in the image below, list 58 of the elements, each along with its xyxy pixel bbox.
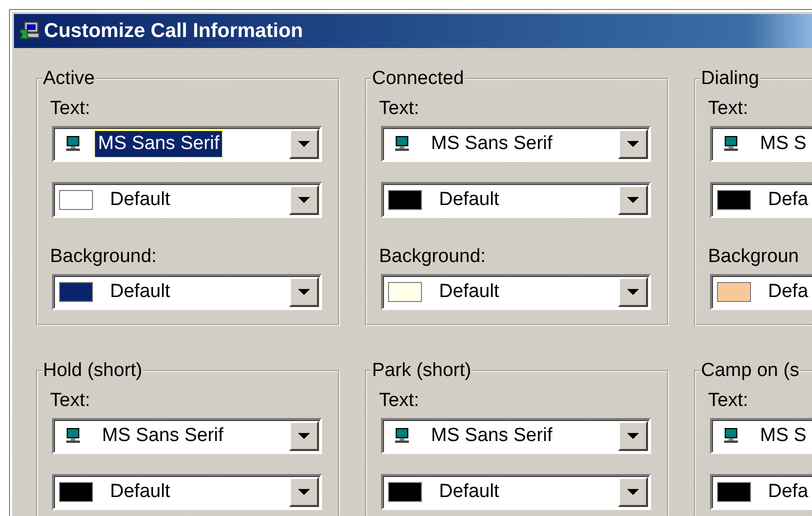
background-label: Background: xyxy=(50,246,158,268)
caret-icon xyxy=(298,433,310,439)
caret-icon xyxy=(298,489,310,495)
group-title: Camp on (s xyxy=(700,360,800,382)
monitor-icon xyxy=(394,428,410,444)
dropdown-button[interactable] xyxy=(289,277,319,307)
group-title: Active xyxy=(42,68,96,90)
caret-icon xyxy=(298,197,310,203)
monitor-icon xyxy=(65,428,81,444)
font-dropdown[interactable]: MS Sans Serif xyxy=(52,126,322,162)
monitor-icon xyxy=(65,136,81,152)
text-label: Text: xyxy=(708,98,750,120)
color-dropdown[interactable]: Default xyxy=(52,474,322,510)
caret-icon xyxy=(627,141,639,147)
group-title: Dialing xyxy=(700,68,760,90)
dropdown-button[interactable] xyxy=(289,129,319,159)
dropdown-button[interactable] xyxy=(618,477,648,507)
caret-icon xyxy=(627,489,639,495)
dropdown-button[interactable] xyxy=(289,477,319,507)
text-label: Text: xyxy=(708,390,750,412)
dropdown-button[interactable] xyxy=(618,421,648,451)
color-dropdown[interactable]: Default xyxy=(381,182,651,218)
color-dropdown[interactable]: Defa xyxy=(710,274,812,310)
caret-icon xyxy=(627,197,639,203)
monitor-icon xyxy=(723,136,739,152)
caret-icon xyxy=(298,141,310,147)
group-title: Hold (short) xyxy=(42,360,144,382)
color-dropdown[interactable]: Defa xyxy=(710,474,812,510)
background-label: Background: xyxy=(379,246,487,268)
caret-icon xyxy=(298,289,310,295)
caret-icon xyxy=(627,433,639,439)
text-label: Text: xyxy=(379,98,420,120)
dropdown-button[interactable] xyxy=(618,277,648,307)
dropdown-button[interactable] xyxy=(289,185,319,215)
text-label: Text: xyxy=(50,98,92,120)
font-dropdown[interactable]: MS S xyxy=(710,418,812,454)
text-label: Text: xyxy=(50,390,92,412)
background-label: Backgroun xyxy=(708,246,800,268)
color-dropdown[interactable]: Default xyxy=(381,474,651,510)
dropdown-button[interactable] xyxy=(618,129,648,159)
monitor-icon xyxy=(723,428,739,444)
color-dropdown[interactable]: Default xyxy=(381,274,651,310)
font-dropdown[interactable]: MS Sans Serif xyxy=(52,418,322,454)
dropdown-button[interactable] xyxy=(618,185,648,215)
font-dropdown[interactable]: MS Sans Serif xyxy=(381,418,651,454)
monitor-icon xyxy=(394,136,410,152)
color-dropdown[interactable]: Defa xyxy=(710,182,812,218)
text-label: Text: xyxy=(379,390,420,412)
font-dropdown[interactable]: MS S xyxy=(710,126,812,162)
color-dropdown[interactable]: Default xyxy=(52,182,322,218)
window-title: Customize Call Information xyxy=(44,20,303,42)
phone-computer-icon xyxy=(18,21,40,41)
color-dropdown[interactable]: Default xyxy=(52,274,322,310)
group-title: Park (short) xyxy=(371,360,472,382)
caret-icon xyxy=(627,289,639,295)
dropdown-button[interactable] xyxy=(289,421,319,451)
group-title: Connected xyxy=(371,68,465,90)
font-dropdown[interactable]: MS Sans Serif xyxy=(381,126,651,162)
